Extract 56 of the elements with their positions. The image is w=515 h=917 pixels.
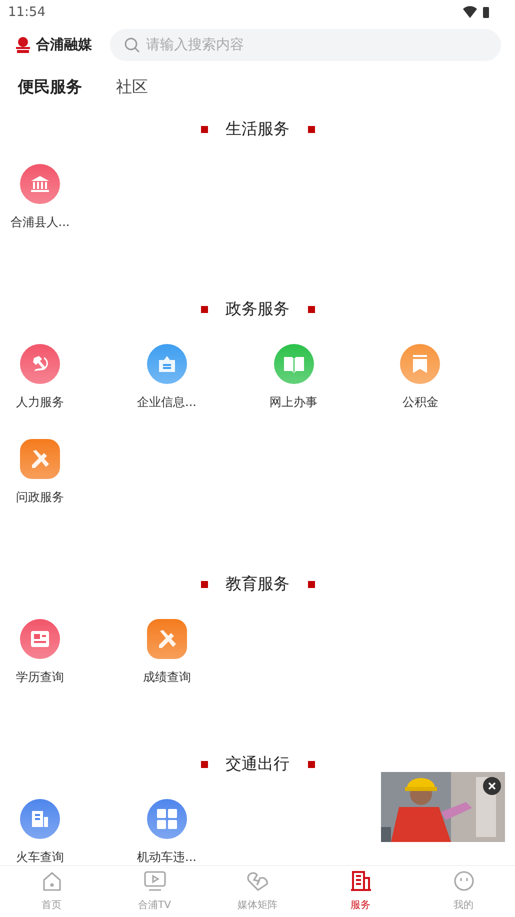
- nav-item[interactable]: 服务: [309, 866, 412, 917]
- section-title: 教育服务: [226, 574, 290, 594]
- service-label[interactable]: 机动车违...: [137, 848, 196, 865]
- service-label[interactable]: 网上办事: [270, 393, 318, 411]
- square-icon: [308, 580, 314, 588]
- service-icon[interactable]: [20, 344, 60, 384]
- heart-icon: [246, 870, 270, 892]
- service-label[interactable]: 企业信息...: [137, 393, 196, 411]
- service-label[interactable]: 成绩查询: [142, 668, 191, 686]
- service-label[interactable]: 公积金: [402, 393, 438, 411]
- service-icon[interactable]: [400, 344, 440, 384]
- square-icon: [308, 126, 314, 132]
- square-icon: [308, 306, 314, 312]
- section-title: 政务服务: [226, 298, 290, 320]
- service-icon[interactable]: [20, 619, 60, 659]
- tab[interactable]: 便民服务: [18, 74, 82, 100]
- service-icon[interactable]: [20, 799, 60, 839]
- square-icon: [200, 126, 208, 132]
- service-icon[interactable]: [274, 344, 314, 384]
- status-icons: [463, 6, 491, 18]
- section-title: 交通出行: [226, 754, 290, 774]
- search-field[interactable]: 请输入搜索内容: [110, 29, 501, 61]
- service-label[interactable]: 学历查询: [16, 668, 64, 686]
- face-icon: [452, 870, 474, 892]
- logo-text: 合浦融媒: [36, 36, 92, 54]
- service-icon[interactable]: [146, 619, 187, 659]
- building-icon: [350, 870, 372, 892]
- section-title: 生活服务: [226, 118, 290, 140]
- home-icon: [40, 870, 62, 892]
- service-label[interactable]: 火车查询: [16, 848, 64, 865]
- service-label[interactable]: 合浦县人...: [10, 213, 70, 231]
- grid-icon: [156, 808, 178, 830]
- hammer-sickle-icon: [30, 354, 50, 374]
- square-icon: [200, 760, 208, 768]
- service-icon[interactable]: [20, 439, 60, 479]
- document-icon: [30, 630, 50, 648]
- pencil-ruler-icon: [29, 448, 51, 470]
- tab[interactable]: 社区: [116, 74, 148, 100]
- status-time: 11:54: [8, 4, 46, 20]
- tv-icon: [142, 870, 166, 892]
- building-icon: [30, 809, 50, 829]
- service-label[interactable]: 问政服务: [16, 488, 64, 506]
- service-label[interactable]: 人力服务: [16, 393, 64, 411]
- square-icon: [308, 760, 314, 768]
- close-icon: [488, 782, 496, 790]
- bookmark-icon: [411, 354, 430, 374]
- service-icon[interactable]: [20, 164, 60, 204]
- square-icon: [200, 306, 208, 312]
- logo-icon: [14, 36, 32, 54]
- square-icon: [200, 580, 208, 588]
- book-icon: [282, 355, 304, 373]
- signboard-icon: [156, 354, 177, 374]
- service-icon[interactable]: [146, 344, 187, 384]
- bank-icon: [30, 175, 50, 193]
- service-icon[interactable]: [146, 799, 187, 839]
- search-icon: [124, 37, 140, 53]
